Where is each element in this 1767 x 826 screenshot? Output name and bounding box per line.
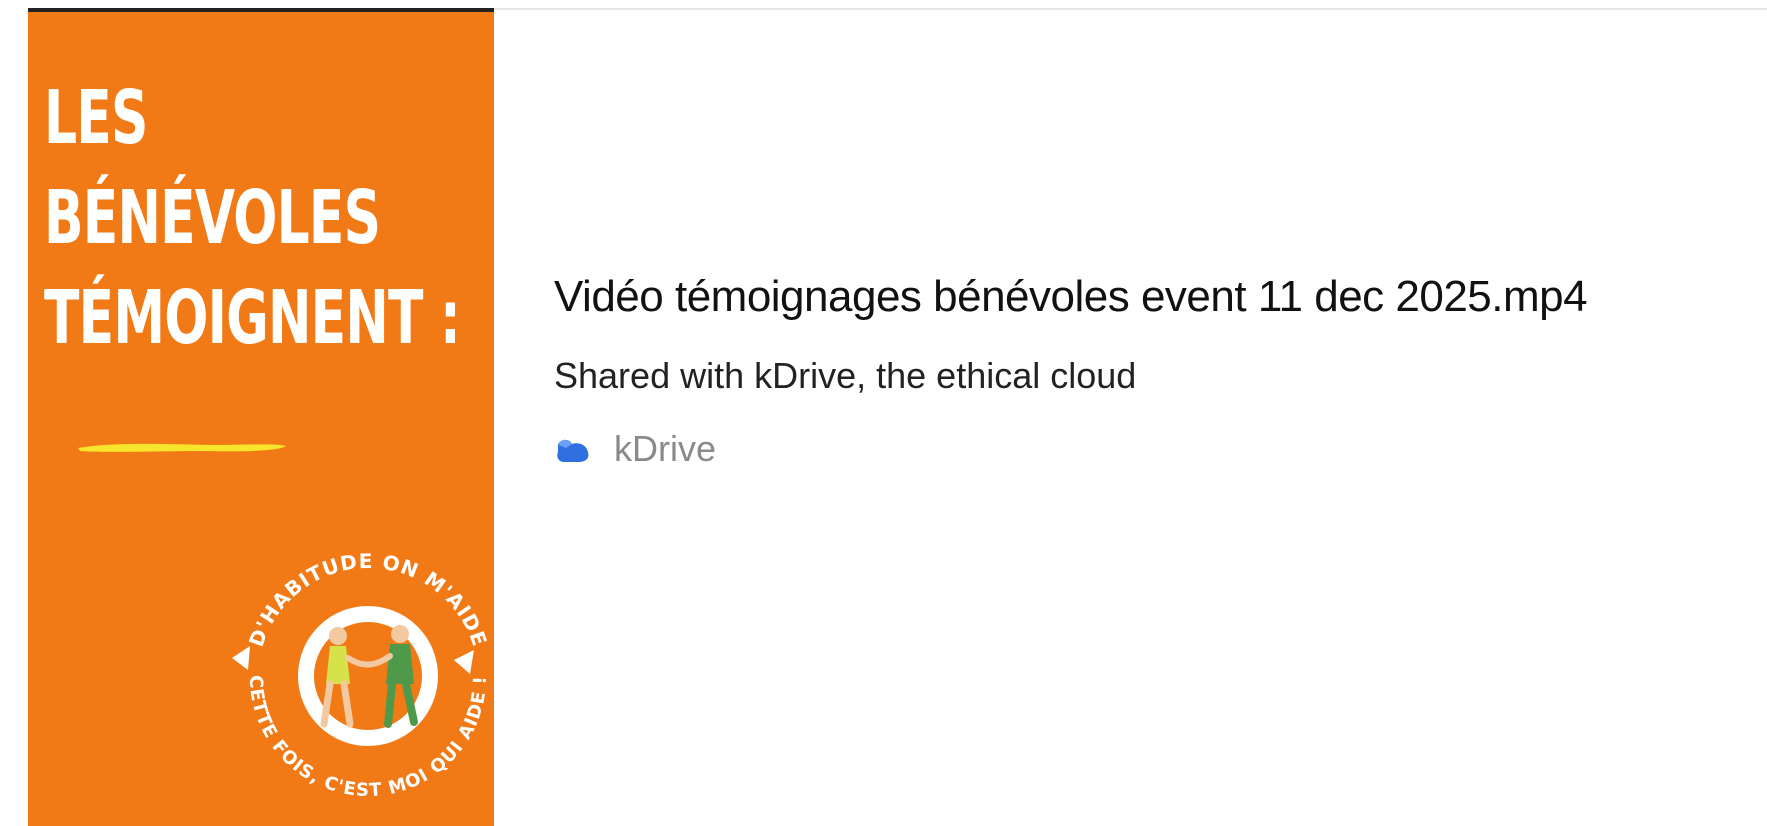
thumbnail-title-line-2: BÉNÉVOLES [44, 175, 381, 261]
thumbnail-title-line-3: TÉMOIGNENT : [44, 275, 461, 361]
link-preview-page: LES BÉNÉVOLES TÉMOIGNENT : D'HABITUDE ON… [0, 0, 1767, 826]
thumbnail-title: LES BÉNÉVOLES TÉMOIGNENT : [44, 68, 461, 368]
video-thumbnail[interactable]: LES BÉNÉVOLES TÉMOIGNENT : D'HABITUDE ON… [28, 8, 494, 826]
provider-name[interactable]: kDrive [614, 428, 716, 470]
file-title-link[interactable]: Vidéo témoignages bénévoles event 11 dec… [554, 262, 1704, 332]
share-description: Shared with kDrive, the ethical cloud [554, 355, 1137, 396]
kdrive-cloud-icon [557, 439, 589, 462]
yellow-brush-underline [78, 443, 286, 452]
thumbnail-title-line-1: LES [44, 75, 148, 161]
provider-row: kDrive [554, 424, 1704, 474]
thumbnail-top-border [28, 8, 494, 12]
link-preview-info: Vidéo témoignages bénévoles event 11 dec… [554, 262, 1704, 474]
volunteer-badge-logo: D'HABITUDE ON M'AIDE CETTE FOIS, C'EST M… [232, 549, 491, 801]
